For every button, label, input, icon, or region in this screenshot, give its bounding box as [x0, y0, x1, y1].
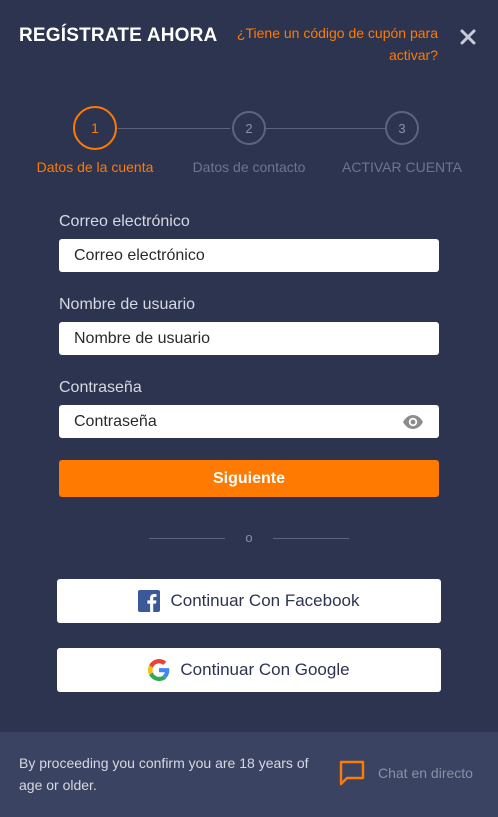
- modal-header: REGÍSTRATE AHORA ¿Tiene un código de cup…: [0, 0, 498, 80]
- facebook-button-label: Continuar Con Facebook: [170, 591, 360, 610]
- registration-stepper: 1 2 3 Datos de la cuenta Datos de contac…: [0, 104, 498, 184]
- step-1-label: Datos de la cuenta: [36, 159, 154, 175]
- step-2-indicator: 2: [232, 111, 266, 145]
- step-connector-2: [266, 128, 386, 129]
- username-label: Nombre de usuario: [59, 296, 196, 313]
- facebook-login-button[interactable]: Continuar Con Facebook: [57, 579, 441, 623]
- step-2-label: Datos de contacto: [192, 159, 306, 175]
- facebook-icon: [138, 590, 161, 612]
- eye-icon[interactable]: [402, 414, 424, 430]
- divider-line-right: [273, 538, 349, 539]
- password-field[interactable]: [59, 405, 439, 438]
- email-field[interactable]: [59, 239, 439, 272]
- email-label: Correo electrónico: [59, 213, 190, 230]
- username-field[interactable]: [59, 322, 439, 355]
- next-button[interactable]: Siguiente: [59, 460, 439, 497]
- divider-or-text: o: [245, 530, 253, 545]
- step-3-indicator: 3: [385, 111, 419, 145]
- password-label: Contraseña: [59, 379, 142, 396]
- step-connector-1: [118, 128, 230, 129]
- divider-line-left: [149, 538, 225, 539]
- close-icon[interactable]: [458, 27, 478, 47]
- registration-modal: REGÍSTRATE AHORA ¿Tiene un código de cup…: [0, 0, 498, 817]
- coupon-code-link[interactable]: ¿Tiene un código de cupón para activar?: [218, 22, 438, 66]
- step-3-label: ACTIVAR CUENTA: [341, 159, 463, 175]
- live-chat-link[interactable]: Chat en directo: [378, 765, 473, 781]
- step-1-indicator: 1: [73, 106, 117, 150]
- chat-icon[interactable]: [338, 759, 366, 787]
- google-button-label: Continuar Con Google: [180, 660, 350, 679]
- modal-footer: By proceeding you confirm you are 18 yea…: [0, 732, 498, 817]
- age-disclaimer: By proceeding you confirm you are 18 yea…: [19, 755, 309, 793]
- google-icon: [148, 659, 170, 681]
- modal-title: REGÍSTRATE AHORA: [19, 25, 218, 46]
- google-login-button[interactable]: Continuar Con Google: [57, 648, 441, 692]
